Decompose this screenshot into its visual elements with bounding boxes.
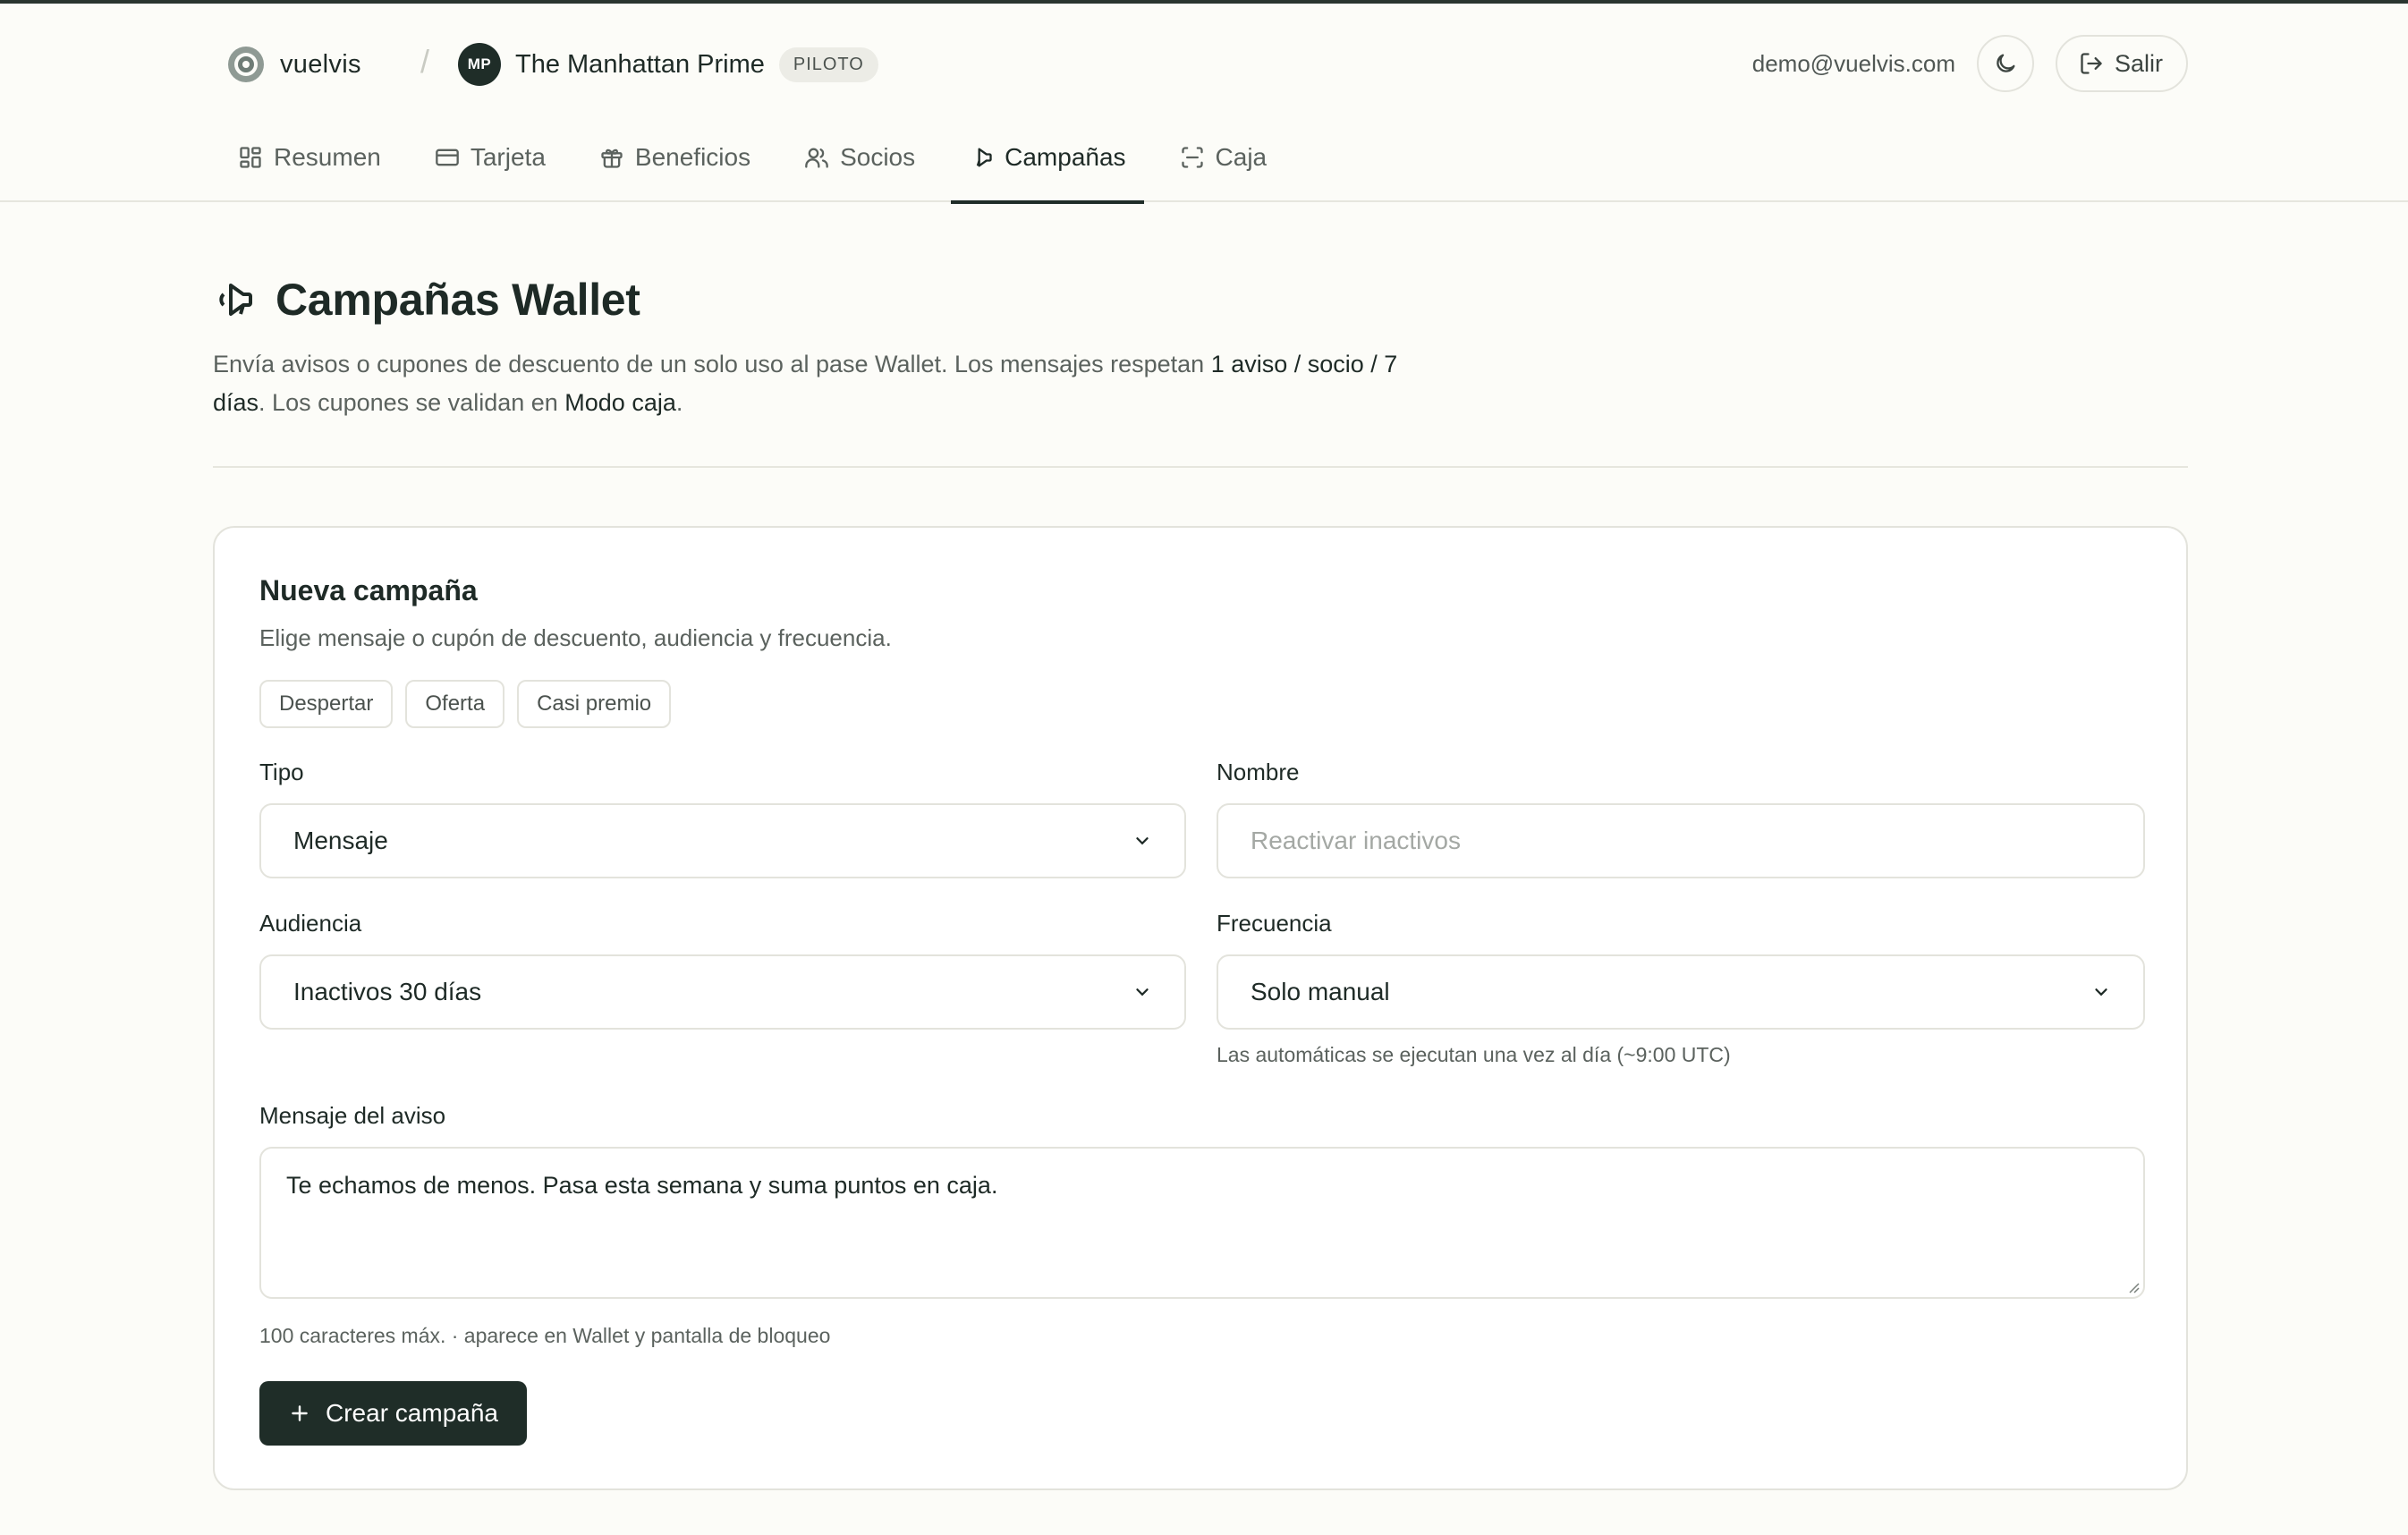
megaphone-icon (976, 148, 992, 167)
chevron-down-icon (2095, 988, 2107, 996)
app-header: vuelvis / MP The Manhattan Prime PILOTO … (0, 4, 2408, 204)
logout-icon (2081, 53, 2102, 74)
name-label: Nombre (1217, 759, 1300, 785)
message-textarea[interactable]: Te echamos de menos. Pasa esta semana y … (259, 1147, 2145, 1299)
user-area: demo@vuelvis.com Salir (1752, 34, 2188, 93)
business-name: The Manhattan Prime (515, 49, 765, 79)
chevron-down-icon (1136, 988, 1149, 996)
tab-caja[interactable]: Caja (1162, 111, 1285, 204)
card-title: Nueva campaña (259, 574, 478, 606)
audience-select[interactable]: Inactivos 30 días (259, 954, 1186, 1030)
cashier-mode-text: Modo caja (564, 389, 676, 416)
audience-select-value: Inactivos 30 días (293, 978, 482, 1005)
tab-tarjeta[interactable]: Tarjeta (417, 111, 564, 204)
business-avatar: MP (458, 43, 501, 86)
type-label: Tipo (259, 759, 304, 785)
page-description: Envía avisos o cupones de descuento de u… (213, 351, 1398, 416)
theme-toggle-button[interactable] (1976, 35, 2034, 92)
logout-label: Salir (2114, 49, 2163, 77)
frequency-label: Frecuencia (1217, 910, 1332, 937)
section-divider (213, 466, 2188, 468)
logout-button[interactable]: Salir (2055, 35, 2188, 92)
resize-handle-icon[interactable] (2125, 1279, 2140, 1293)
tab-resumen[interactable]: Resumen (220, 111, 399, 204)
megaphone-icon (219, 284, 252, 316)
create-campaign-button[interactable]: Crear campaña (259, 1381, 527, 1446)
template-chip-oferta[interactable]: Oferta (405, 680, 505, 728)
tab-label: Caja (1215, 143, 1268, 171)
business-switcher[interactable]: MP The Manhattan Prime PILOTO (458, 39, 878, 89)
frequency-hint: Las automáticas se ejecutan una vez al d… (1217, 1043, 1731, 1066)
main-tabs: Resumen Tarjeta Beneficios Socios Campañ… (220, 111, 1302, 204)
users-icon (805, 148, 828, 168)
moon-icon (1997, 54, 2015, 72)
tab-socios[interactable]: Socios (786, 111, 933, 204)
tab-label: Socios (840, 143, 916, 171)
card-icon (436, 148, 459, 166)
template-chips: Despertar Oferta Casi premio (259, 680, 672, 728)
vuelvis-logo-icon (228, 47, 264, 82)
type-select[interactable]: Mensaje (259, 803, 1186, 878)
audience-label: Audiencia (259, 910, 362, 937)
tab-label: Campañas (1005, 143, 1126, 171)
frequency-select-value: Solo manual (1251, 978, 1390, 1005)
tab-label: Beneficios (634, 143, 751, 171)
frequency-select[interactable]: Solo manual (1217, 954, 2145, 1030)
type-select-value: Mensaje (293, 827, 388, 854)
plus-icon (292, 1405, 308, 1421)
tab-campanas[interactable]: Campañas (951, 111, 1144, 204)
brand[interactable]: vuelvis (226, 39, 361, 89)
plan-badge: PILOTO (778, 47, 878, 82)
tab-label: Tarjeta (470, 143, 546, 171)
name-input[interactable]: Reactivar inactivos (1217, 803, 2145, 878)
template-chip-despertar[interactable]: Despertar (259, 680, 394, 728)
brand-name: vuelvis (280, 49, 361, 79)
message-hint: 100 caracteres máx. · aparece en Wallet … (259, 1324, 831, 1347)
template-chip-casi-premio[interactable]: Casi premio (517, 680, 672, 728)
breadcrumb-separator: / (420, 43, 430, 80)
tab-beneficios[interactable]: Beneficios (581, 111, 768, 204)
message-label: Mensaje del aviso (259, 1102, 446, 1129)
create-campaign-label: Crear campaña (326, 1399, 498, 1427)
grid-icon (240, 147, 261, 168)
name-input-placeholder: Reactivar inactivos (1251, 827, 1461, 854)
message-text: Te echamos de menos. Pasa esta semana y … (286, 1172, 998, 1199)
scan-icon (1181, 147, 1203, 168)
user-email: demo@vuelvis.com (1751, 49, 1955, 77)
tab-label: Resumen (274, 143, 381, 171)
card-subtitle: Elige mensaje o cupón de descuento, audi… (259, 624, 892, 651)
page-title: Campañas Wallet (276, 275, 640, 325)
page-heading: Campañas Wallet (213, 274, 640, 326)
chevron-down-icon (1136, 837, 1149, 845)
new-campaign-card: Nueva campaña Elige mensaje o cupón de d… (213, 526, 2188, 1490)
gift-icon (601, 148, 623, 168)
